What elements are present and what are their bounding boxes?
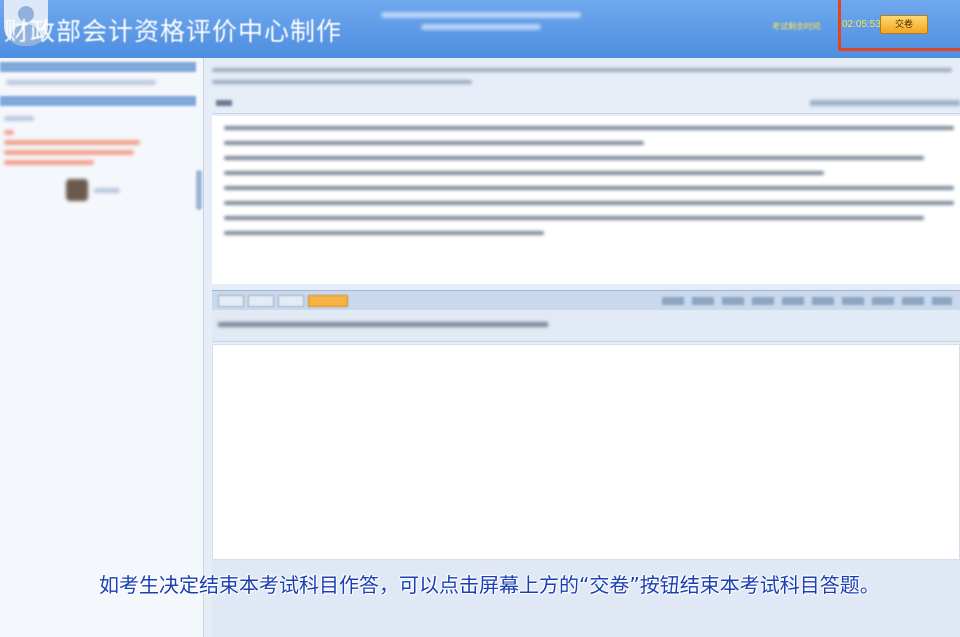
answer-prompt [212, 310, 960, 342]
sidebar-photo-caption [94, 188, 120, 193]
sidebar-item[interactable] [4, 116, 34, 121]
tab[interactable] [278, 295, 304, 307]
sidebar-scrollbar[interactable] [196, 170, 202, 210]
sidebar-note [4, 160, 94, 165]
sidebar-section-header[interactable] [0, 62, 196, 72]
tab[interactable] [218, 295, 244, 307]
tab-active[interactable] [308, 295, 348, 307]
answer-tabs-bar [212, 290, 960, 310]
sidebar-section-header[interactable] [0, 96, 196, 106]
question-tools[interactable] [810, 100, 960, 106]
maker-watermark: 财政部会计资格评价中心制作 [4, 17, 343, 46]
question-number [216, 100, 232, 106]
sidebar-item[interactable] [6, 80, 156, 85]
timer-label: 考试剩余时间: [772, 22, 823, 31]
exam-title-blurred [376, 12, 586, 36]
exam-header: 财政部会计资格评价中心制作 考试剩余时间: 02:05:53 交卷 [0, 0, 960, 58]
sidebar [0, 58, 204, 637]
answer-input-area[interactable] [212, 344, 960, 560]
main-panel [204, 58, 960, 637]
sidebar-note [4, 150, 134, 155]
video-subtitle: 如考生决定结束本考试科目作答，可以点击屏幕上方的“交卷”按钮结束本考试科目答题。 [99, 573, 880, 597]
highlight-box [838, 0, 960, 51]
sidebar-photo [66, 179, 88, 201]
question-content [212, 116, 960, 332]
tab[interactable] [248, 295, 274, 307]
sidebar-flag [4, 130, 14, 135]
question-instructions [212, 62, 960, 96]
sidebar-note [4, 140, 140, 145]
editor-toolbar[interactable] [662, 297, 952, 305]
question-header [212, 96, 960, 114]
